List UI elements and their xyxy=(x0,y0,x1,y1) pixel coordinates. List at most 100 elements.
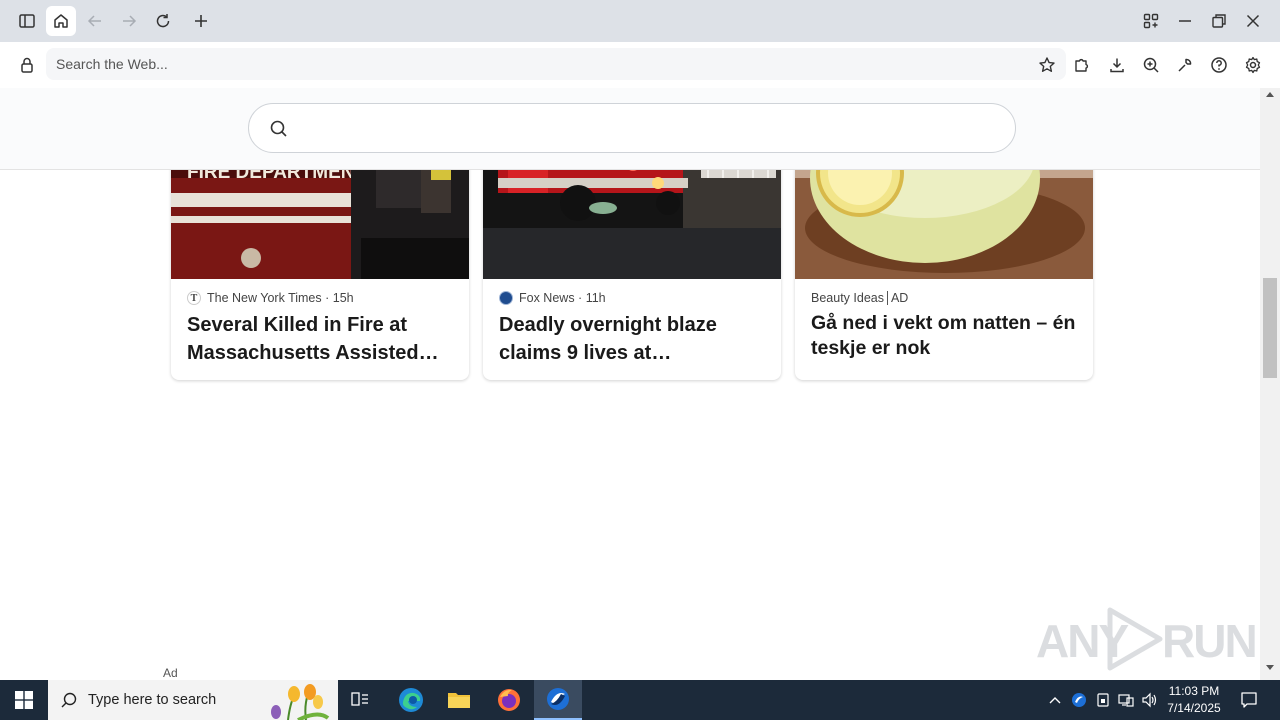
search-icon xyxy=(270,120,287,137)
browser-logo-icon xyxy=(547,688,569,710)
fox-news-logo-icon xyxy=(499,291,513,305)
nyt-logo-icon: T xyxy=(187,291,201,305)
restore-button[interactable] xyxy=(1204,6,1234,36)
tray-device-button[interactable] xyxy=(1094,680,1112,720)
card-age: 11h xyxy=(585,291,606,305)
downloads-button[interactable] xyxy=(1104,52,1130,78)
ad-label: Ad xyxy=(163,666,178,680)
system-clock[interactable]: 11:03 PM 7/14/2025 xyxy=(1160,683,1228,717)
wrench-icon xyxy=(1178,58,1192,72)
card-age: 15h xyxy=(332,291,354,305)
apps-button[interactable] xyxy=(1136,6,1166,36)
settings-button[interactable] xyxy=(1240,52,1266,78)
firefox-taskbar-button[interactable] xyxy=(485,680,533,720)
card-meta: Beauty Ideas AD xyxy=(811,291,908,305)
notifications-button[interactable] xyxy=(1234,680,1264,720)
card-title[interactable]: Deadly overnight blaze claims 9 lives at… xyxy=(499,311,771,367)
arrow-left-icon xyxy=(87,15,101,27)
device-icon xyxy=(1097,693,1109,707)
forward-button[interactable] xyxy=(114,6,144,36)
card-meta: T The New York Times · 15h xyxy=(187,291,354,305)
browser-titlebar xyxy=(0,0,1280,42)
plus-icon xyxy=(195,15,207,27)
search-icon xyxy=(61,692,77,708)
meta-divider xyxy=(886,291,888,305)
edge-icon xyxy=(399,688,423,712)
watermark-logo: ANY RUN xyxy=(1036,606,1258,676)
task-view-icon xyxy=(351,692,368,706)
windows-taskbar: Type here to search 11:03 PM 7/14/2025 xyxy=(0,680,1280,720)
minimize-icon xyxy=(1179,20,1191,22)
minimize-button[interactable] xyxy=(1170,6,1200,36)
clock-time: 11:03 PM xyxy=(1168,684,1220,698)
reload-button[interactable] xyxy=(148,6,178,36)
start-button[interactable] xyxy=(0,680,48,720)
play-icon xyxy=(1107,607,1163,671)
meta-separator: · xyxy=(321,291,333,305)
notification-icon xyxy=(1241,692,1257,708)
file-explorer-taskbar-button[interactable] xyxy=(435,680,483,720)
help-icon xyxy=(1211,57,1227,73)
grid-icon xyxy=(1143,13,1159,29)
zoom-in-icon xyxy=(1143,57,1159,73)
clock-date: 7/14/2025 xyxy=(1167,701,1221,715)
card-meta: Fox News · 11h xyxy=(499,291,606,305)
active-browser-taskbar-button[interactable] xyxy=(534,680,582,720)
zoom-button[interactable] xyxy=(1138,52,1164,78)
sticky-search-strip xyxy=(0,88,1260,170)
show-hidden-icons-button[interactable] xyxy=(1046,680,1064,720)
address-bar-row xyxy=(0,42,1280,88)
card-title[interactable]: Several Killed in Fire at Massachusetts … xyxy=(187,311,459,367)
browser-tray-icon xyxy=(1072,693,1086,707)
reload-icon xyxy=(156,14,170,28)
taskbar-search-placeholder: Type here to search xyxy=(88,692,217,708)
star-icon xyxy=(1039,57,1055,72)
tools-button[interactable] xyxy=(1172,52,1198,78)
windows-logo-icon xyxy=(15,691,33,709)
firefox-icon xyxy=(498,689,520,711)
back-button[interactable] xyxy=(80,6,110,36)
sidebar-toggle-button[interactable] xyxy=(12,6,42,36)
arrow-right-icon xyxy=(123,15,137,27)
lock-icon[interactable] xyxy=(16,54,38,76)
network-button[interactable] xyxy=(1117,680,1135,720)
card-title[interactable]: Gå ned i vekt om natten – én teskje er n… xyxy=(811,311,1083,361)
speaker-icon xyxy=(1142,692,1157,708)
gear-icon xyxy=(1245,56,1261,74)
help-button[interactable] xyxy=(1206,52,1232,78)
volume-button[interactable] xyxy=(1140,680,1160,720)
download-icon xyxy=(1110,58,1124,73)
taskbar-search-box[interactable]: Type here to search xyxy=(48,680,338,720)
close-icon xyxy=(1246,14,1260,28)
new-tab-button[interactable] xyxy=(186,6,216,36)
close-window-button[interactable] xyxy=(1238,6,1268,36)
news-card-list: FIRE DEPARTMENT T The New York Times · 1… xyxy=(0,88,1260,680)
page-content: FIRE DEPARTMENT T The New York Times · 1… xyxy=(0,88,1260,680)
scroll-thumb[interactable] xyxy=(1263,278,1277,378)
sidebar-icon xyxy=(19,14,35,28)
extensions-button[interactable] xyxy=(1069,52,1095,78)
watermark-text-right: RUN xyxy=(1162,615,1258,667)
home-tab-button[interactable] xyxy=(46,6,76,36)
page-search-box[interactable] xyxy=(248,103,1016,153)
scroll-down-arrow-icon[interactable] xyxy=(1266,665,1274,670)
card-source: Fox News xyxy=(519,291,575,305)
puzzle-icon xyxy=(1075,58,1089,72)
chevron-up-icon xyxy=(1049,697,1061,704)
tray-app-button[interactable] xyxy=(1070,680,1088,720)
bookmark-button[interactable] xyxy=(1034,52,1060,78)
vertical-scrollbar[interactable] xyxy=(1260,88,1280,680)
network-icon xyxy=(1118,694,1134,707)
card-source: The New York Times xyxy=(207,291,322,305)
meta-separator: · xyxy=(574,291,586,305)
address-input[interactable] xyxy=(46,48,1066,80)
folder-icon xyxy=(448,693,470,708)
ad-badge: AD xyxy=(890,291,909,305)
tulips-illustration-icon xyxy=(271,684,330,720)
scroll-up-arrow-icon[interactable] xyxy=(1266,92,1274,97)
home-icon xyxy=(54,14,68,28)
edge-taskbar-button[interactable] xyxy=(387,680,435,720)
restore-icon xyxy=(1212,14,1226,28)
task-view-button[interactable] xyxy=(336,680,384,720)
card-source: Beauty Ideas xyxy=(811,291,884,305)
